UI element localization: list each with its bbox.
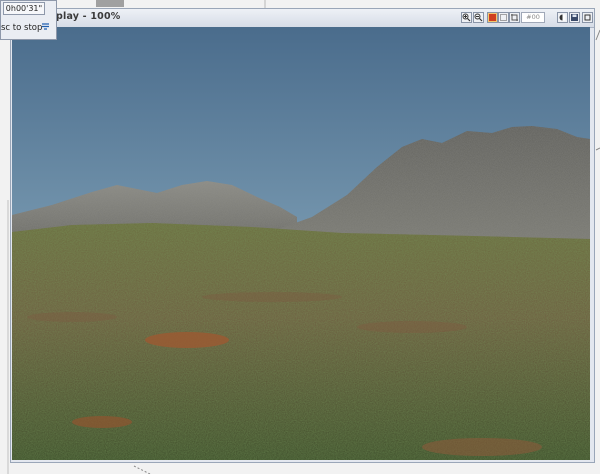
render-window: play - 100% #00 bbox=[10, 8, 595, 463]
render-image bbox=[12, 27, 590, 460]
close-window-icon[interactable] bbox=[582, 12, 593, 23]
display-settings-icon[interactable] bbox=[557, 12, 568, 23]
window-title: play - 100% bbox=[56, 11, 121, 22]
escape-hint: sc to stop bbox=[1, 23, 43, 33]
color-channel-icon[interactable] bbox=[487, 12, 498, 23]
save-image-icon[interactable] bbox=[569, 12, 580, 23]
zoom-in-icon[interactable] bbox=[461, 12, 472, 23]
stop-icon[interactable] bbox=[40, 22, 51, 33]
render-region-icon[interactable] bbox=[498, 12, 509, 23]
render-timer-panel: 0h00'31" sc to stop bbox=[0, 0, 57, 40]
window-titlebar[interactable]: play - 100% #00 bbox=[11, 9, 594, 28]
crop-icon[interactable] bbox=[509, 12, 520, 23]
elapsed-time: 0h00'31" bbox=[3, 2, 45, 15]
zoom-out-icon[interactable] bbox=[473, 12, 484, 23]
frame-field[interactable]: #00 bbox=[521, 12, 545, 23]
